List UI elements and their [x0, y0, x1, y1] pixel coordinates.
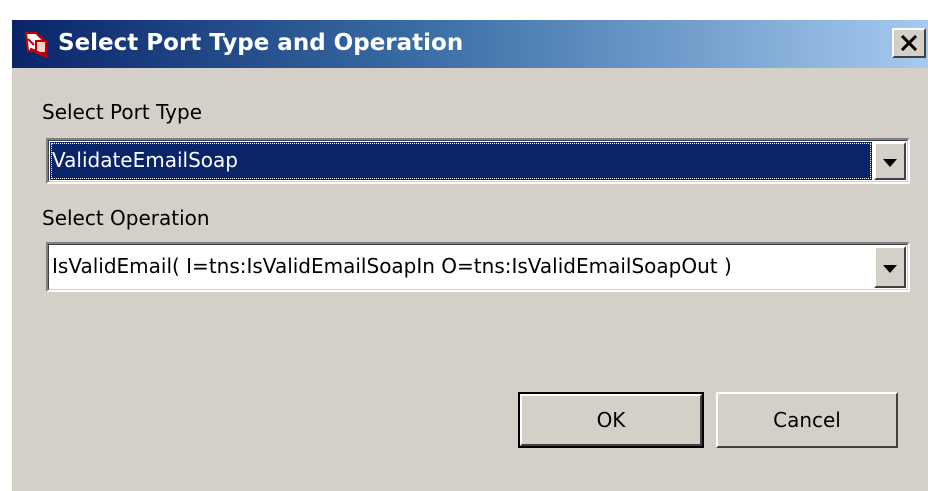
chevron-down-icon [883, 258, 897, 277]
close-button[interactable] [892, 28, 926, 58]
service-icon [22, 29, 52, 59]
operation-selected-value: IsValidEmail( I=tns:IsValidEmailSoapIn O… [52, 254, 732, 278]
cancel-button[interactable]: Cancel [716, 392, 898, 448]
operation-select[interactable]: IsValidEmail( I=tns:IsValidEmailSoapIn O… [46, 242, 910, 292]
ok-button[interactable]: OK [518, 392, 704, 448]
chevron-down-icon [883, 152, 897, 171]
port-type-select[interactable]: ValidateEmailSoap [46, 138, 910, 184]
title-bar[interactable]: Select Port Type and Operation [12, 20, 928, 68]
select-port-type-dialog: Select Port Type and Operation Select Po… [10, 18, 928, 491]
operation-label: Select Operation [42, 206, 210, 230]
close-icon [900, 35, 918, 51]
port-type-label: Select Port Type [42, 100, 202, 124]
dialog-title: Select Port Type and Operation [58, 30, 464, 56]
operation-dropdown-button[interactable] [874, 246, 906, 288]
ok-button-label: OK [596, 408, 626, 432]
port-type-selected-value: ValidateEmailSoap [50, 142, 872, 180]
port-type-dropdown-button[interactable] [874, 142, 906, 180]
cancel-button-label: Cancel [773, 408, 841, 432]
